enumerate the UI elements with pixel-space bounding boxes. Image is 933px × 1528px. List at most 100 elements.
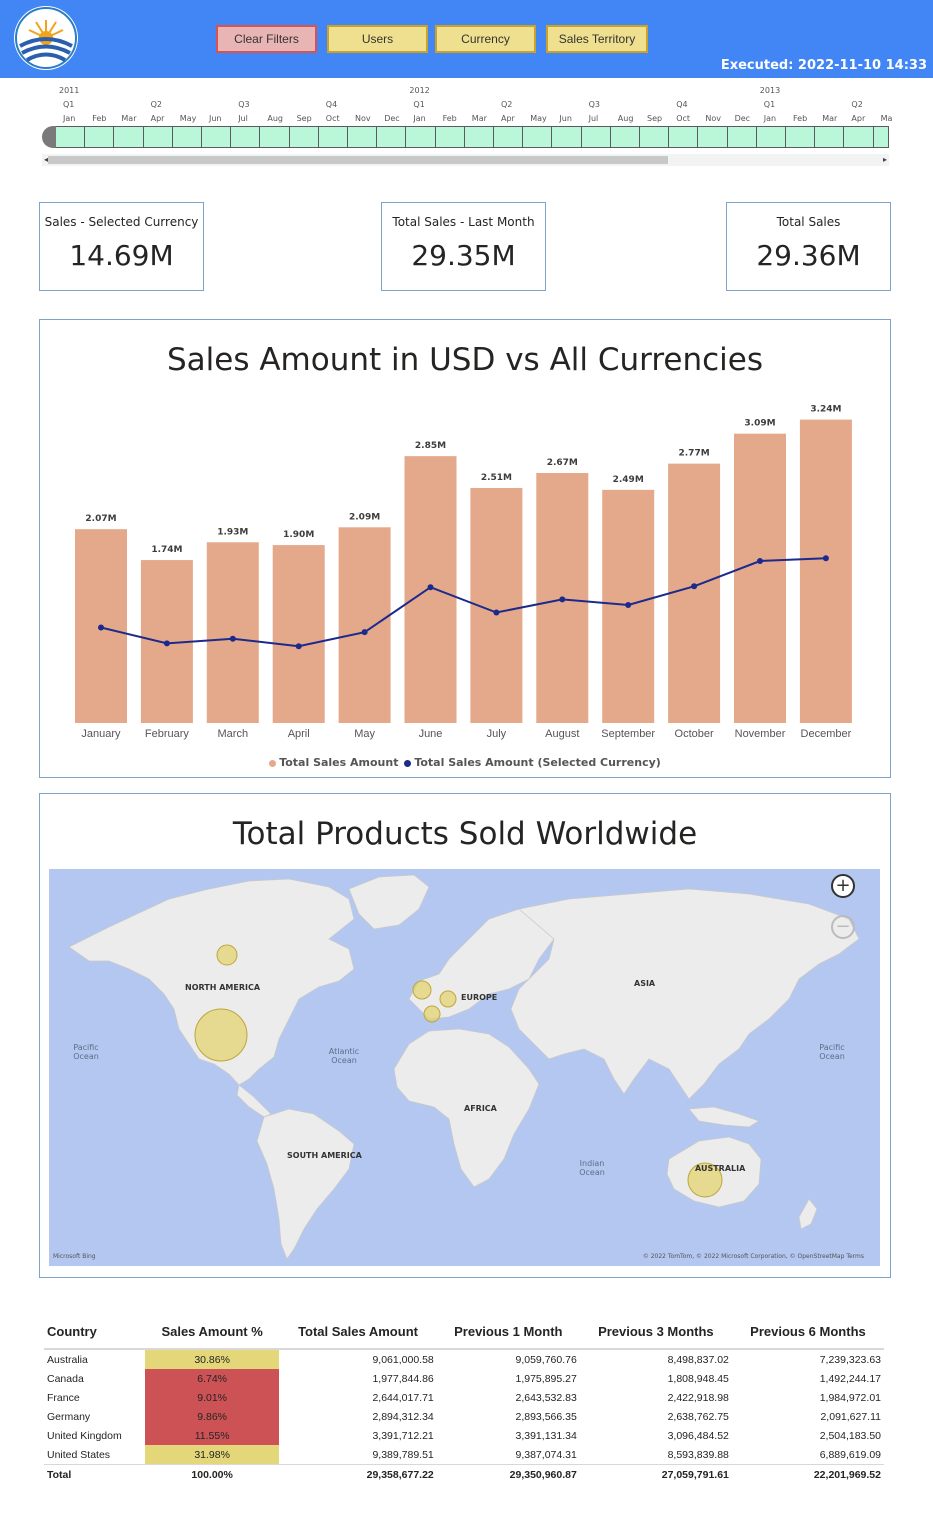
cell-country: United Kingdom (47, 1429, 122, 1442)
table-row[interactable]: United States 31.98% 9,389,789.51 9,387,074… (44, 1445, 884, 1465)
sales-territory-button[interactable]: Sales Territory (546, 25, 648, 53)
col-prev-1[interactable]: Previous 1 Month (436, 1318, 580, 1350)
timeline-month-cell[interactable] (435, 126, 465, 148)
scrollbar-thumb[interactable] (48, 156, 668, 164)
timeline-month-cell[interactable] (260, 126, 290, 148)
legend-item-total[interactable]: Total Sales Amount (279, 756, 398, 769)
timeline-month-cell[interactable] (873, 126, 889, 148)
bubble-canada (216, 944, 238, 966)
timeline-month-cell[interactable] (289, 126, 319, 148)
line-point (427, 584, 434, 591)
timeline-month-cell[interactable] (815, 126, 845, 148)
timeline-month-label: Aug (267, 114, 284, 123)
timeline-month-cell[interactable] (640, 126, 670, 148)
zoom-in-icon[interactable]: + (831, 874, 855, 898)
kpi-title: Total Sales - Last Month (392, 215, 535, 229)
timeline-month-cell[interactable] (464, 126, 494, 148)
date-timeline-slicer[interactable]: ◂ ▸ Jan Feb Mar Apr May Jun Jul Aug Sep Oct Nov Dec… (42, 84, 892, 168)
timeline-month-cell[interactable] (143, 126, 173, 148)
timeline-year-label: 2011 (59, 86, 80, 95)
bar-data-label: 1.74M (151, 545, 182, 555)
table-row[interactable]: France 9.01% 2,644,017.71 2,643,532.83 2,422… (44, 1388, 884, 1407)
bar-data-label: 3.24M (810, 405, 841, 415)
timeline-month-cell[interactable] (406, 126, 436, 148)
timeline-month-cell[interactable] (377, 126, 407, 148)
timeline-month-cell[interactable] (786, 126, 816, 148)
cell-pct: 31.98% (144, 1445, 280, 1465)
timeline-month-cell[interactable] (698, 126, 728, 148)
x-tick-label: August (545, 728, 579, 740)
x-tick-label: July (487, 728, 507, 740)
timeline-quarter-label: Q3 (588, 100, 600, 109)
timeline-month-cell[interactable] (348, 126, 378, 148)
timeline-month-label: Apr (851, 114, 866, 123)
timeline-month-cell[interactable] (202, 126, 232, 148)
cell-pct: 9.86% (144, 1407, 280, 1426)
line-point (361, 629, 368, 636)
table-row[interactable]: Australia 30.86% 9,061,000.58 9,059,760.76 8… (44, 1349, 884, 1369)
cell-country: France (47, 1391, 80, 1404)
x-tick-label: April (288, 728, 310, 740)
timeline-month-cell[interactable] (494, 126, 524, 148)
users-button[interactable]: Users (327, 25, 428, 53)
world-map-graphic (68, 874, 860, 1260)
table-row[interactable]: Germany 9.86% 2,894,312.34 2,893,566.35 2,63… (44, 1407, 884, 1426)
col-prev-3[interactable]: Previous 3 Months (579, 1318, 732, 1350)
timeline-month-cell[interactable] (727, 126, 757, 148)
timeline-quarter-label: Q3 (238, 100, 250, 109)
x-tick-label: September (601, 728, 655, 740)
col-prev-6[interactable]: Previous 6 Months (731, 1318, 884, 1350)
timeline-month-label: Nov (355, 114, 371, 123)
scroll-right-icon[interactable]: ▸ (883, 154, 887, 166)
timeline-month-cell[interactable] (172, 126, 202, 148)
cell-country: United States (47, 1448, 111, 1461)
clear-filters-button[interactable]: Clear Filters (216, 25, 317, 53)
x-tick-label: February (145, 728, 190, 740)
table-row[interactable]: Canada 6.74% 1,977,844.86 1,975,895.27 1,808… (44, 1369, 884, 1388)
col-total-sales[interactable]: Total Sales Amount (279, 1318, 437, 1350)
timeline-month-label: Apr (501, 114, 515, 123)
line-point (757, 558, 763, 565)
timeline-quarter-label: Q1 (63, 100, 75, 109)
bar-data-label: 3.09M (744, 419, 775, 429)
timeline-month-cell[interactable] (844, 126, 874, 148)
central-america-shape (236, 1084, 272, 1118)
timeline-month-cell[interactable] (85, 126, 115, 148)
cell-country: Canada (47, 1372, 84, 1385)
x-tick-label: January (81, 728, 121, 740)
map-panel: Total Products Sold Worldwide NORTH AMER… (39, 793, 891, 1278)
cell-pct: 11.55% (144, 1426, 280, 1445)
legend-item-selected[interactable]: Total Sales Amount (Selected Currency) (414, 756, 660, 769)
col-sales-pct[interactable]: Sales Amount % (144, 1318, 280, 1350)
timeline-month-cell[interactable] (552, 126, 582, 148)
timeline-month-cell[interactable] (669, 126, 699, 148)
cell-p6: 2,091,627.11 (820, 1410, 881, 1423)
kpi-value: 29.36M (756, 239, 861, 272)
zoom-out-icon[interactable]: − (831, 915, 855, 939)
cell-p6: 6,889,619.09 (819, 1448, 881, 1461)
timeline-quarter-label: Q4 (676, 100, 688, 109)
map-attribution[interactable]: © 2022 TomTom, © 2022 Microsoft Corporat… (643, 1253, 864, 1260)
kpi-value: 29.35M (411, 239, 516, 272)
timeline-month-cell[interactable] (318, 126, 348, 148)
timeline-month-cell[interactable] (610, 126, 640, 148)
timeline-month-cell[interactable] (756, 126, 786, 148)
timeline-month-cell[interactable] (231, 126, 261, 148)
table-row[interactable]: United Kingdom 11.55% 3,391,712.21 3,391,13… (44, 1426, 884, 1445)
col-country[interactable]: Country (44, 1318, 145, 1350)
timeline-month-cell[interactable] (56, 126, 86, 148)
timeline-start-handle[interactable] (42, 126, 56, 148)
timeline-month-label: Jul (588, 114, 599, 123)
timeline-month-cell[interactable] (581, 126, 611, 148)
currency-button[interactable]: Currency (435, 25, 536, 53)
timeline-track[interactable] (42, 126, 889, 148)
cell-p6: 1,492,244.17 (819, 1372, 881, 1385)
timeline-month-cell[interactable] (114, 126, 144, 148)
bubble-germany (439, 990, 457, 1008)
timeline-month-label: Sep (647, 114, 663, 123)
map-label-north-america: NORTH AMERICA (185, 983, 261, 992)
timeline-scrollbar[interactable]: ◂ ▸ (42, 154, 889, 166)
world-map[interactable]: NORTH AMERICA EUROPE ASIA AFRICA SOUTH A… (49, 869, 880, 1266)
total-pct: 100.00% (144, 1464, 280, 1484)
timeline-month-cell[interactable] (523, 126, 553, 148)
